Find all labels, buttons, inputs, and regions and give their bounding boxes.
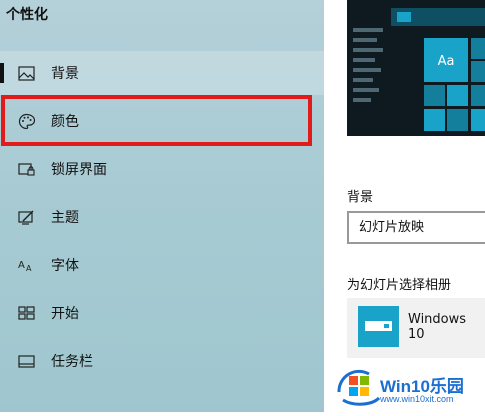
sidebar-title: 个性化 — [6, 7, 48, 23]
settings-sidebar: 个性化 背景 颜色 锁屏界面 主题 A A 字体 开始 任务栏 — [0, 0, 324, 412]
sidebar-item-taskbar[interactable]: 任务栏 — [0, 339, 324, 383]
theme-preview: Aa — [347, 0, 485, 136]
sidebar-item-label: 主题 — [51, 210, 79, 226]
sidebar-item-label: 任务栏 — [51, 354, 93, 370]
sidebar-item-label: 背景 — [51, 66, 79, 82]
lock-screen-icon — [17, 160, 35, 178]
highlight-annotation-box — [1, 95, 312, 146]
font-icon: A A — [17, 256, 35, 274]
album-folder-icon — [358, 306, 399, 347]
selected-indicator — [0, 63, 4, 83]
watermark-url: www.win10xit.com — [380, 394, 454, 404]
sidebar-item-themes[interactable]: 主题 — [0, 195, 324, 239]
sidebar-item-start[interactable]: 开始 — [0, 291, 324, 335]
sidebar-item-fonts[interactable]: A A 字体 — [0, 243, 324, 287]
dropdown-value: 幻灯片放映 — [359, 220, 425, 235]
theme-icon — [17, 208, 35, 226]
sidebar-item-label: 开始 — [51, 306, 79, 322]
sidebar-item-label: 字体 — [51, 258, 79, 274]
background-type-dropdown[interactable]: 幻灯片放映 — [347, 211, 485, 244]
album-name: Windows 10 — [408, 312, 467, 342]
sidebar-item-label: 锁屏界面 — [51, 162, 107, 178]
svg-text:A: A — [26, 264, 32, 273]
start-icon — [17, 304, 35, 322]
preview-tile-text: Aa — [438, 54, 455, 69]
album-heading: 为幻灯片选择相册 — [347, 278, 452, 293]
sidebar-item-lock-screen[interactable]: 锁屏界面 — [0, 147, 324, 191]
svg-text:A: A — [18, 260, 25, 271]
background-heading: 背景 — [347, 190, 374, 205]
taskbar-icon — [17, 352, 35, 370]
sidebar-item-background[interactable]: 背景 — [0, 51, 324, 95]
picture-icon — [17, 64, 35, 82]
site-watermark: Win10乐园 www.win10xit.com — [335, 362, 485, 412]
